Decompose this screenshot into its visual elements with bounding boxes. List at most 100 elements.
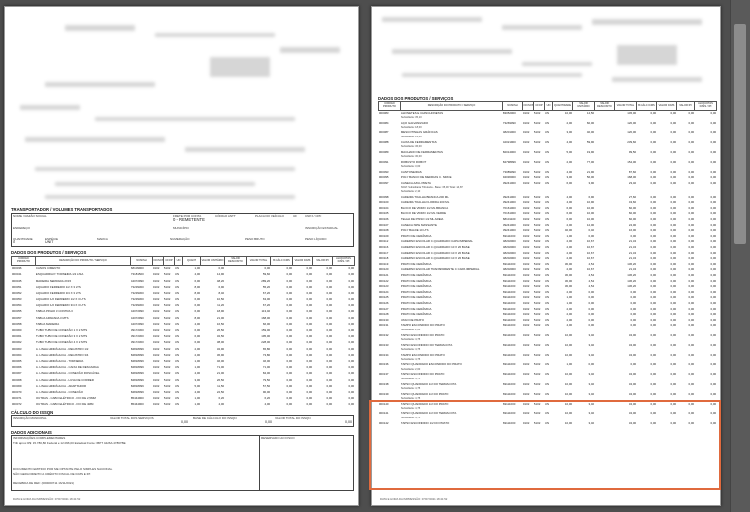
column-header: UN [174, 256, 183, 266]
page-footer: DATA E HORA DA IMPRESSÃO: 07/07/2021 18:… [380, 497, 448, 501]
blurred-header [612, 77, 702, 82]
plate-label: PLACA DO VEÍCULO [255, 214, 285, 218]
table-cell: 0102 [152, 402, 160, 407]
transport-name-label: NOME / RAZÃO SOCIAL [13, 214, 47, 218]
products-heading: DADOS DOS PRODUTOS / SERVIÇOS [11, 250, 87, 255]
species-value: UNIT [45, 240, 54, 244]
blurred-header [185, 147, 305, 152]
column-header: QUANT [182, 256, 201, 266]
column-header: VALOR IPI [312, 256, 333, 266]
column-header: VALOR DESCONTO [224, 256, 247, 266]
issqn-services-value: 0,00 [181, 420, 188, 424]
table-cell: 0,00 [306, 402, 313, 407]
blurred-header [522, 62, 592, 66]
column-header: CÓDIGO PRODUTO [11, 256, 36, 266]
blurred-header [35, 167, 295, 171]
table-cell: 85444900 [130, 402, 144, 407]
table-cell: 4,00 [218, 402, 225, 407]
qty-label: QUANTIDADE [13, 237, 33, 241]
blurred-header [502, 25, 582, 30]
brand-label: MARCA [97, 237, 108, 241]
info-line-1: Trib aprox R$: 15.780,80 Federal e 12.09… [13, 441, 126, 445]
table-row: 000072 OUTRAS - CABO ELÉTRICO - FIO DE 4M… [12, 402, 355, 408]
address-label: ENDEREÇO [13, 226, 31, 230]
blurred-header [402, 73, 582, 77]
blurred-header [65, 25, 135, 31]
products-table: CÓDIGO PRODUTO DESCRIÇÃO DO PRODUTO / SER… [378, 101, 717, 426]
blurred-header [592, 19, 702, 25]
column-header: VALOR TOTAL [246, 256, 271, 266]
blurred-header [382, 17, 482, 22]
cnpj-label: CNPJ / CPF [305, 214, 322, 218]
column-header: O/CSOSN [522, 101, 534, 111]
column-header: QUANTIDADE [552, 101, 573, 111]
column-header: DESCRIÇÃO DO PRODUTO / SERVIÇO [35, 256, 131, 266]
table-cell: OUTRAS - CABO ELÉTRICO - FIO DE 4MM [35, 402, 94, 407]
antt-label: CÓDIGO ANTT [215, 214, 236, 218]
column-header: B.CÁLC ICMS [270, 256, 293, 266]
blurred-header [45, 195, 295, 199]
column-header: VALOR TOTAL [614, 101, 637, 111]
table-cell: 5102 [163, 402, 171, 407]
freight-value: 0 - REMETENTE [173, 217, 205, 222]
column-header: VALOR UNITÁRIO [572, 101, 595, 111]
table-header-row: CÓDIGO PRODUTO DESCRIÇÃO DO PRODUTO / SER… [11, 256, 355, 266]
column-header: CÓDIGO PRODUTO [378, 101, 401, 111]
number-label: NUMERAÇÃO [170, 237, 190, 241]
transport-heading: TRANSPORTADOR / VOLUMES TRANSPORTADOS [11, 207, 113, 212]
column-header: VALOR ICMS [292, 256, 313, 266]
ie-label: INSCRIÇÃO ESTADUAL [305, 226, 339, 230]
blurred-header [95, 117, 295, 121]
table-cell: 0,00 [348, 402, 355, 407]
blurred-header [155, 33, 275, 37]
info-label: INFORMAÇÕES COMPLEMENTARES [13, 436, 66, 440]
column-header: ALÍQUOTAS ICMS / IPI [332, 256, 355, 266]
column-header: VALOR IPI [676, 101, 695, 111]
issqn-base-value: 0,00 [265, 420, 272, 424]
info-line-3: NÃO GERA DIREITO A CRÉDITO FISCAL DE ICM… [13, 472, 91, 476]
blurred-header [25, 137, 165, 142]
column-header: NCM/SH [130, 256, 153, 266]
blurred-barcode [210, 57, 270, 77]
column-header: CFOP [533, 101, 545, 111]
blurred-header [392, 49, 512, 54]
reserved-label: RESERVADO AO FISCO [261, 436, 295, 440]
pdf-page-1: TRANSPORTADOR / VOLUMES TRANSPORTADOS NO… [4, 6, 359, 506]
table-cell: 0,00 [286, 402, 293, 407]
column-header: VALOR DESCONTO [594, 101, 615, 111]
selection-highlight [369, 400, 721, 490]
gross-label: PESO BRUTO [245, 237, 265, 241]
net-label: PESO LÍQUIDO [305, 237, 327, 241]
column-header: VALOR UNITÁRIO [200, 256, 225, 266]
column-header: B.CÁLC ICMS [636, 101, 657, 111]
table-cell: 4,00 [264, 402, 271, 407]
issqn-ie-label: INSCRIÇÃO MUNICIPAL [13, 416, 47, 420]
info-line-4: RECEBIDA DE REF: (000000711 16/11/2021) [13, 481, 75, 485]
scrollbar-thumb[interactable] [734, 24, 746, 244]
info-line-2: DOCUMENTO EMITIDO POR ME OPTANTE PELO SI… [13, 467, 113, 471]
column-header: ALÍQUOTAS ICMS / IPI [694, 101, 717, 111]
column-header: CFOP [163, 256, 175, 266]
page-footer: DATA E HORA DA IMPRESSÃO: 07/07/2021 18:… [13, 497, 81, 501]
table-header-row: CÓDIGO PRODUTO DESCRIÇÃO DO PRODUTO / SER… [378, 101, 717, 111]
products-table: CÓDIGO PRODUTO DESCRIÇÃO DO PRODUTO / SER… [11, 256, 355, 408]
blurred-header [20, 105, 80, 110]
table-cell: 0,00 [326, 402, 333, 407]
table-cell: 000072 [11, 402, 22, 407]
blurred-header [55, 182, 255, 186]
qty-value: 0 [13, 240, 15, 244]
reserved-box [259, 435, 354, 491]
issqn-services-label: VALOR TOTAL DOS SERVIÇOS [110, 416, 154, 420]
column-header: O/CSOSN [152, 256, 164, 266]
column-header: VALOR ICMS [656, 101, 677, 111]
blurred-barcode [617, 45, 677, 65]
issqn-total-value: 0,00 [345, 420, 352, 424]
uf-label: UF [293, 214, 297, 218]
city-label: MUNICÍPIO [173, 226, 189, 230]
table-cell: 1,00 [194, 402, 201, 407]
table-cell: UN [174, 402, 180, 407]
blurred-header [45, 82, 155, 87]
column-header: NCM/SH [502, 101, 523, 111]
column-header: UN [544, 101, 553, 111]
issqn-base-label: BASE DE CÁLCULO DO ISSQN [193, 416, 237, 420]
